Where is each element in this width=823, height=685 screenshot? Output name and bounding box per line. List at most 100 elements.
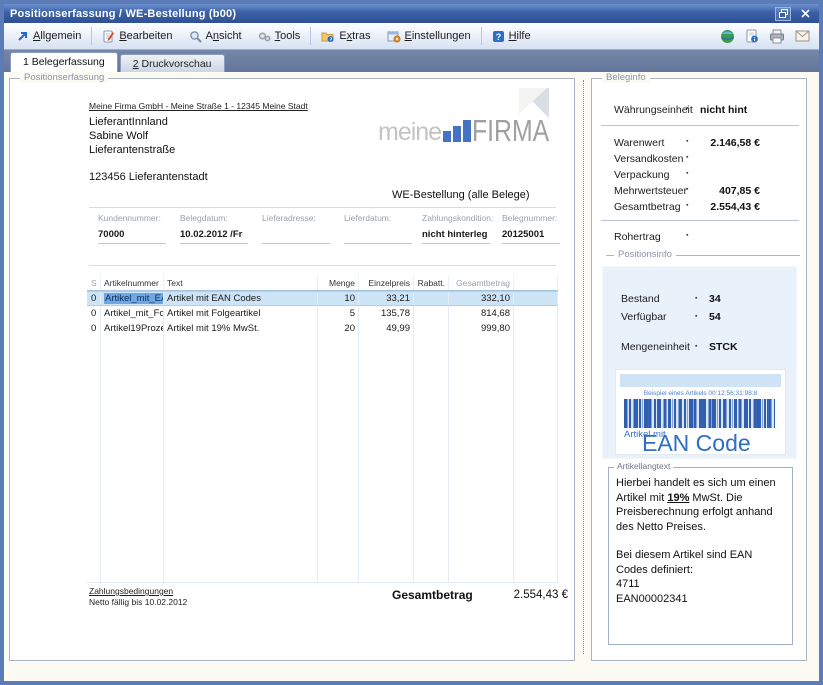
logo-word-firma: FIRMA [472,119,549,143]
recipient-street: Lieferantenstraße [89,143,175,157]
menu-einstellungen[interactable]: Einstellungen [379,27,479,46]
field-lieferadresse: Lieferadresse: [262,213,336,244]
menu-label: Tools [275,30,301,42]
printer-icon[interactable] [764,27,790,46]
restore-window-icon[interactable] [775,7,791,21]
positions-table: S Artikelnummer Text Menge Einzelpreis R… [87,275,558,583]
window-title: Positionserfassung / WE-Bestellung (b00) [10,8,236,20]
table-row[interactable]: 0 Artikel19Prozent Artikel mit 19% MwSt.… [87,321,558,336]
recipient-city: 123456 Lieferantenstadt [89,171,208,183]
globe-icon[interactable] [715,27,740,46]
selected-cell: Artikel_mit_EAN [104,293,164,304]
close-window-icon[interactable] [797,7,813,21]
menu-label: Hilfe [509,30,531,42]
help-icon: ? [492,30,505,43]
beleginfo-row: Versandkosten ▪ [592,152,806,166]
beleginfo-row: Gesamtbetrag ▪ 2.554,43 € [592,200,806,214]
mail-icon[interactable] [790,28,815,44]
table-header: S Artikelnummer Text Menge Einzelpreis R… [87,275,558,291]
separator [601,220,799,221]
barcode-header-strip [620,374,781,387]
app-window: Positionserfassung / WE-Bestellung (b00)… [0,0,823,685]
artikellangtext-ean-2: EAN00002341 [616,592,786,607]
divider [89,265,556,266]
bullet-icon: ▪ [686,105,688,112]
field-belegnummer: Belegnummer: 20125001 [502,213,576,244]
positionserfassung-group: Positionserfassung Meine Firma GmbH - Me… [9,78,575,661]
artikellangtext-ean-1: 4711 [616,577,786,592]
field-value[interactable] [262,229,336,241]
tab-bar: 1 Belegerfassung 2 Druckvorschau [4,50,819,72]
company-logo: meine FIRMA [378,119,569,143]
barcode-caption: Beispiel eines Artikels 00:12:56:31:98:8 [616,390,785,397]
field-lieferdatum: Lieferdatum: [344,213,418,244]
field-value[interactable]: 10.02.2012 /Fr [180,229,254,241]
beleginfo-row: Verpackung ▪ [592,168,806,182]
field-value[interactable]: 70000 [98,229,172,241]
field-value[interactable]: 20125001 [502,229,576,241]
logo-bars-icon [443,120,471,142]
menu-bearbeiten[interactable]: Bearbeiten [94,27,180,46]
recipient-address: LieferantInnland Sabine Wolf Lieferanten… [89,115,175,157]
menu-allgemein[interactable]: Allgemein [8,27,89,46]
menubar: Allgemein Bearbeiten Ansicht Tools [4,23,819,50]
separator [601,125,799,126]
bullet-icon: ▪ [695,343,697,350]
menu-label: Einstellungen [405,30,471,42]
barcode-icon [624,399,775,428]
positionserfassung-group-label: Positionserfassung [20,72,108,83]
beleginfo-row: Währungseinheit ▪ nicht hint [592,103,806,117]
field-zahlungskondition: Zahlungskondition: nicht hinterleg [422,213,496,244]
logo-word-meine: meine [378,121,441,143]
settings-icon [387,30,401,43]
positionsinfo-label: Positionsinfo [614,249,676,260]
beleginfo-group-label: Beleginfo [602,72,650,83]
field-belegdatum: Belegdatum: 10.02.2012 /Fr [180,213,254,244]
document-info-icon[interactable] [740,27,764,46]
bullet-icon: ▪ [686,170,688,177]
content-area: Positionserfassung Meine Firma GmbH - Me… [4,72,819,681]
beleginfo-row: Rohertrag ▪ [592,230,806,244]
field-value[interactable]: nicht hinterleg [422,229,496,241]
document-type-title: WE-Bestellung (alle Belege) [392,189,530,201]
positionsinfo-panel: Bestand ▪ 34 Verfügbar ▪ 54 Mengeneinhei… [602,266,797,459]
faelligkeit-text: Netto fällig bis 10.02.2012 [89,597,187,607]
svg-text:?: ? [495,32,501,42]
menu-label: Bearbeiten [119,30,172,42]
recipient-name: LieferantInnland [89,115,175,129]
gesamtbetrag-value: 2.554,43 € [458,589,568,601]
table-row[interactable]: 0 Artikel_mit_EAN Artikel mit EAN Codes … [87,291,558,306]
menu-hilfe[interactable]: ? Hilfe [484,27,539,46]
menu-label: Ansicht [206,30,242,42]
tab-druckvorschau[interactable]: 2 Druckvorschau [120,54,225,72]
bullet-icon: ▪ [695,313,697,320]
barcode-text-line2: EAN Code [642,430,751,457]
gears-icon [258,30,271,43]
edit-document-icon [102,30,115,43]
beleginfo-row: Warenwert ▪ 2.146,58 € [592,136,806,150]
field-kundennummer: Kundennummer: 70000 [98,213,172,244]
magnifier-icon [189,30,202,43]
menu-extras[interactable]: Extras [313,27,378,46]
panel-splitter[interactable] [583,80,584,654]
table-bottom-line [87,582,558,583]
table-row[interactable]: 0 Artikel_mit_Folgeartikel Artikel mit F… [87,306,558,321]
field-value[interactable] [344,229,418,241]
artikellangtext-label: Artikellangtext [614,461,673,471]
table-empty-area[interactable] [87,336,558,582]
artikellangtext-paragraph: Hierbei handelt es sich um einen Artikel… [616,476,786,534]
artikellangtext-box[interactable]: Artikellangtext Hierbei handelt es sich … [608,467,793,645]
divider [89,207,556,208]
beleginfo-group: Beleginfo Währungseinheit ▪ nicht hint W… [591,78,807,661]
menu-label: Allgemein [33,30,81,42]
bullet-icon: ▪ [686,154,688,161]
tab-belegerfassung[interactable]: 1 Belegerfassung [10,52,118,72]
positionsinfo-row: Mengeneinheit ▪ STCK [603,341,796,355]
menu-tools[interactable]: Tools [250,27,309,46]
beleginfo-row: Mehrwertsteuer ▪ 407,85 € [592,184,806,198]
zahlungsbedingungen-link[interactable]: Zahlungsbedingungen [89,586,173,596]
page-corner-fold-icon [519,88,547,114]
sender-line: Meine Firma GmbH - Meine Straße 1 - 1234… [89,101,308,111]
recipient-contact: Sabine Wolf [89,129,175,143]
menu-ansicht[interactable]: Ansicht [181,27,250,46]
